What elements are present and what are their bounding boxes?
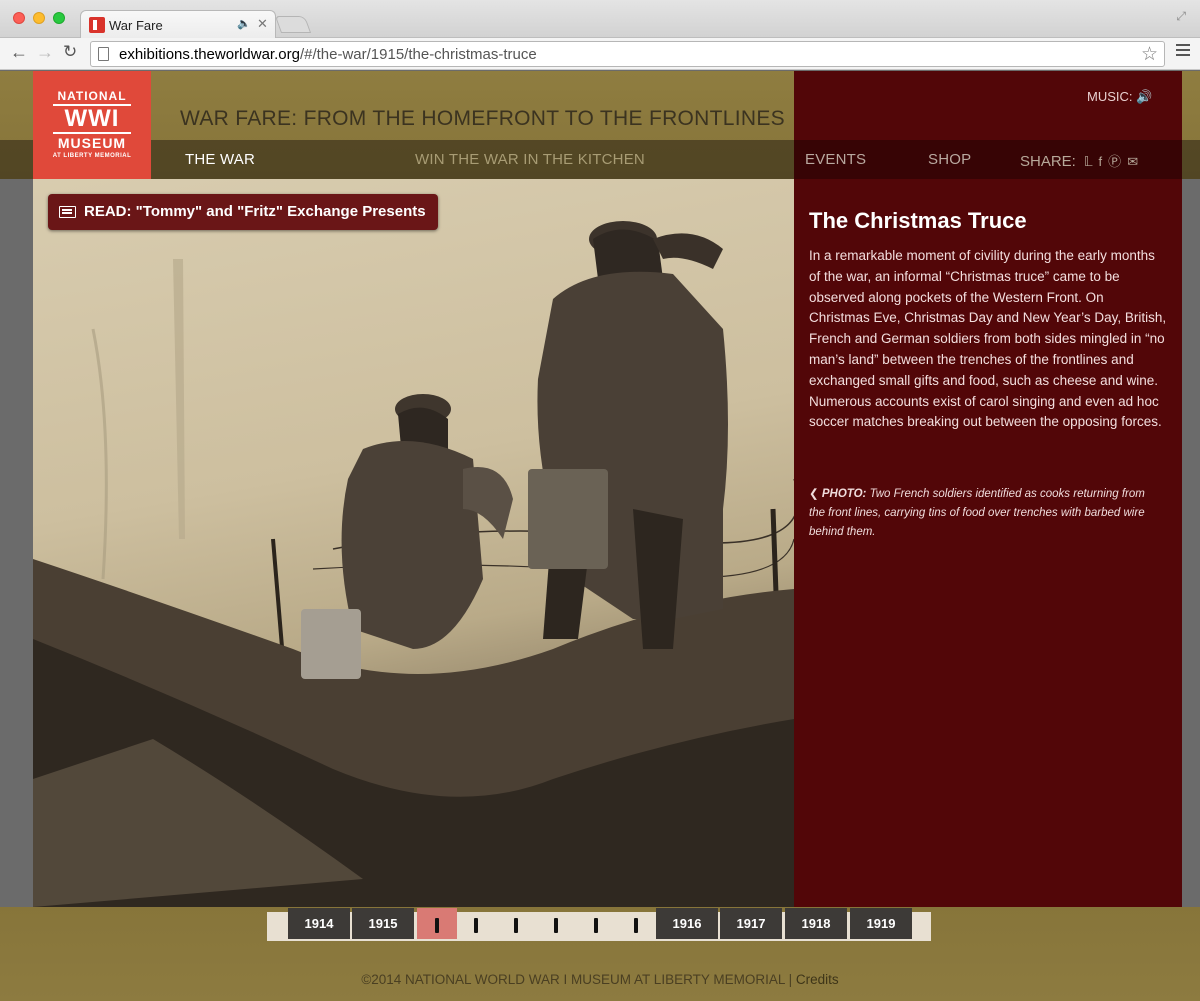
- timeline-tick[interactable]: [474, 918, 478, 933]
- article-body: In a remarkable moment of civility durin…: [809, 248, 1167, 430]
- page-icon: [98, 47, 109, 61]
- timeline-year-1916[interactable]: 1916: [656, 908, 718, 939]
- footer-credits: ©2014 NATIONAL WORLD WAR I MUSEUM AT LIB…: [0, 972, 1200, 987]
- nav-bar-left-edge: [0, 140, 33, 179]
- zoom-window-button[interactable]: [53, 12, 65, 24]
- logo-text-museum: MUSEUM: [57, 135, 127, 151]
- nav-the-war[interactable]: THE WAR: [185, 151, 255, 168]
- read-story-button[interactable]: READ: "Tommy" and "Fritz" Exchange Prese…: [48, 194, 438, 230]
- caption-label: PHOTO:: [821, 488, 867, 500]
- timeline-year-1917[interactable]: 1917: [720, 908, 782, 939]
- music-label: MUSIC:: [1087, 89, 1133, 104]
- photo-caption: ❮ PHOTO: Two French soldiers identified …: [809, 485, 1159, 542]
- email-icon[interactable]: ✉: [1127, 154, 1138, 169]
- hero-photo: [33, 179, 794, 907]
- browser-toolbar: ← → ↻ exhibitions.theworldwar.org/#/the-…: [0, 38, 1200, 70]
- forward-arrow-icon[interactable]: →: [36, 42, 54, 63]
- back-arrow-icon[interactable]: ←: [10, 42, 28, 63]
- timeline-tick[interactable]: [554, 918, 558, 933]
- nav-events[interactable]: EVENTS: [805, 151, 866, 168]
- timeline-tick[interactable]: [435, 918, 439, 933]
- newspaper-icon: [59, 206, 76, 218]
- timeline-year-1918[interactable]: 1918: [785, 908, 847, 939]
- tab-title: War Fare: [109, 18, 163, 33]
- nav-shop[interactable]: SHOP: [928, 151, 971, 168]
- credits-link[interactable]: Credits: [796, 972, 839, 987]
- read-button-label: READ: "Tommy" and "Fritz" Exchange Prese…: [84, 203, 426, 220]
- timeline-year-1915[interactable]: 1915: [352, 908, 414, 939]
- menu-icon[interactable]: [1176, 44, 1190, 59]
- twitter-icon[interactable]: 𝕃: [1084, 154, 1093, 169]
- facebook-icon[interactable]: f: [1099, 154, 1103, 169]
- browser-tab-strip: War Fare 🔈 ✕ ⤢: [0, 0, 1200, 39]
- chevron-left-icon[interactable]: ❮: [809, 488, 819, 500]
- bookmark-star-icon[interactable]: ☆: [1141, 43, 1158, 66]
- reload-icon[interactable]: ↻: [63, 42, 77, 62]
- site-title: WAR FARE: FROM THE HOMEFRONT TO THE FRON…: [180, 107, 785, 130]
- page: NATIONAL WWI MUSEUM AT LIBERTY MEMORIAL …: [0, 71, 1200, 1001]
- speaker-icon: 🔈: [237, 18, 251, 30]
- share-label: SHARE:: [1020, 153, 1076, 170]
- logo-text-liberty: AT LIBERTY MEMORIAL: [52, 153, 132, 159]
- nav-bar-right-edge: [1182, 140, 1200, 179]
- minimize-window-button[interactable]: [33, 12, 45, 24]
- close-window-button[interactable]: [13, 12, 25, 24]
- logo-text-wwi: WWI: [53, 104, 131, 134]
- timeline-year-1914[interactable]: 1914: [288, 908, 350, 939]
- timeline-tick[interactable]: [634, 918, 638, 933]
- logo-text-national: NATIONAL: [57, 89, 127, 103]
- timeline-tick[interactable]: [514, 918, 518, 933]
- music-toggle[interactable]: MUSIC: 🔊: [1087, 89, 1152, 105]
- browser-tab[interactable]: War Fare 🔈 ✕: [80, 10, 276, 39]
- nav-win-the-war-in-the-kitchen[interactable]: WIN THE WAR IN THE KITCHEN: [415, 151, 645, 168]
- museum-logo[interactable]: NATIONAL WWI MUSEUM AT LIBERTY MEMORIAL: [33, 71, 151, 179]
- copyright-text: ©2014 NATIONAL WORLD WAR I MUSEUM AT LIB…: [361, 972, 785, 987]
- url-text: exhibitions.theworldwar.org/#/the-war/19…: [119, 46, 537, 63]
- address-bar[interactable]: exhibitions.theworldwar.org/#/the-war/19…: [90, 41, 1165, 67]
- speaker-icon: 🔊: [1136, 89, 1153, 104]
- article-title: The Christmas Truce: [809, 208, 1027, 233]
- pinterest-icon[interactable]: Ⓟ: [1108, 154, 1121, 169]
- close-icon[interactable]: ✕: [257, 16, 268, 32]
- url-host: exhibitions.theworldwar.org: [119, 46, 300, 63]
- fullscreen-icon[interactable]: ⤢: [1176, 9, 1186, 24]
- url-path: /#/the-war/1915/the-christmas-truce: [299, 46, 537, 63]
- timeline-year-1919[interactable]: 1919: [850, 908, 912, 939]
- new-tab-button[interactable]: [274, 16, 312, 33]
- share-bar: SHARE: 𝕃f Ⓟ ✉: [1020, 151, 1144, 170]
- soldiers-photo-illustration: [33, 221, 794, 907]
- timeline-tick[interactable]: [594, 918, 598, 933]
- footer-separator: |: [788, 972, 793, 987]
- favicon-icon: [89, 17, 105, 33]
